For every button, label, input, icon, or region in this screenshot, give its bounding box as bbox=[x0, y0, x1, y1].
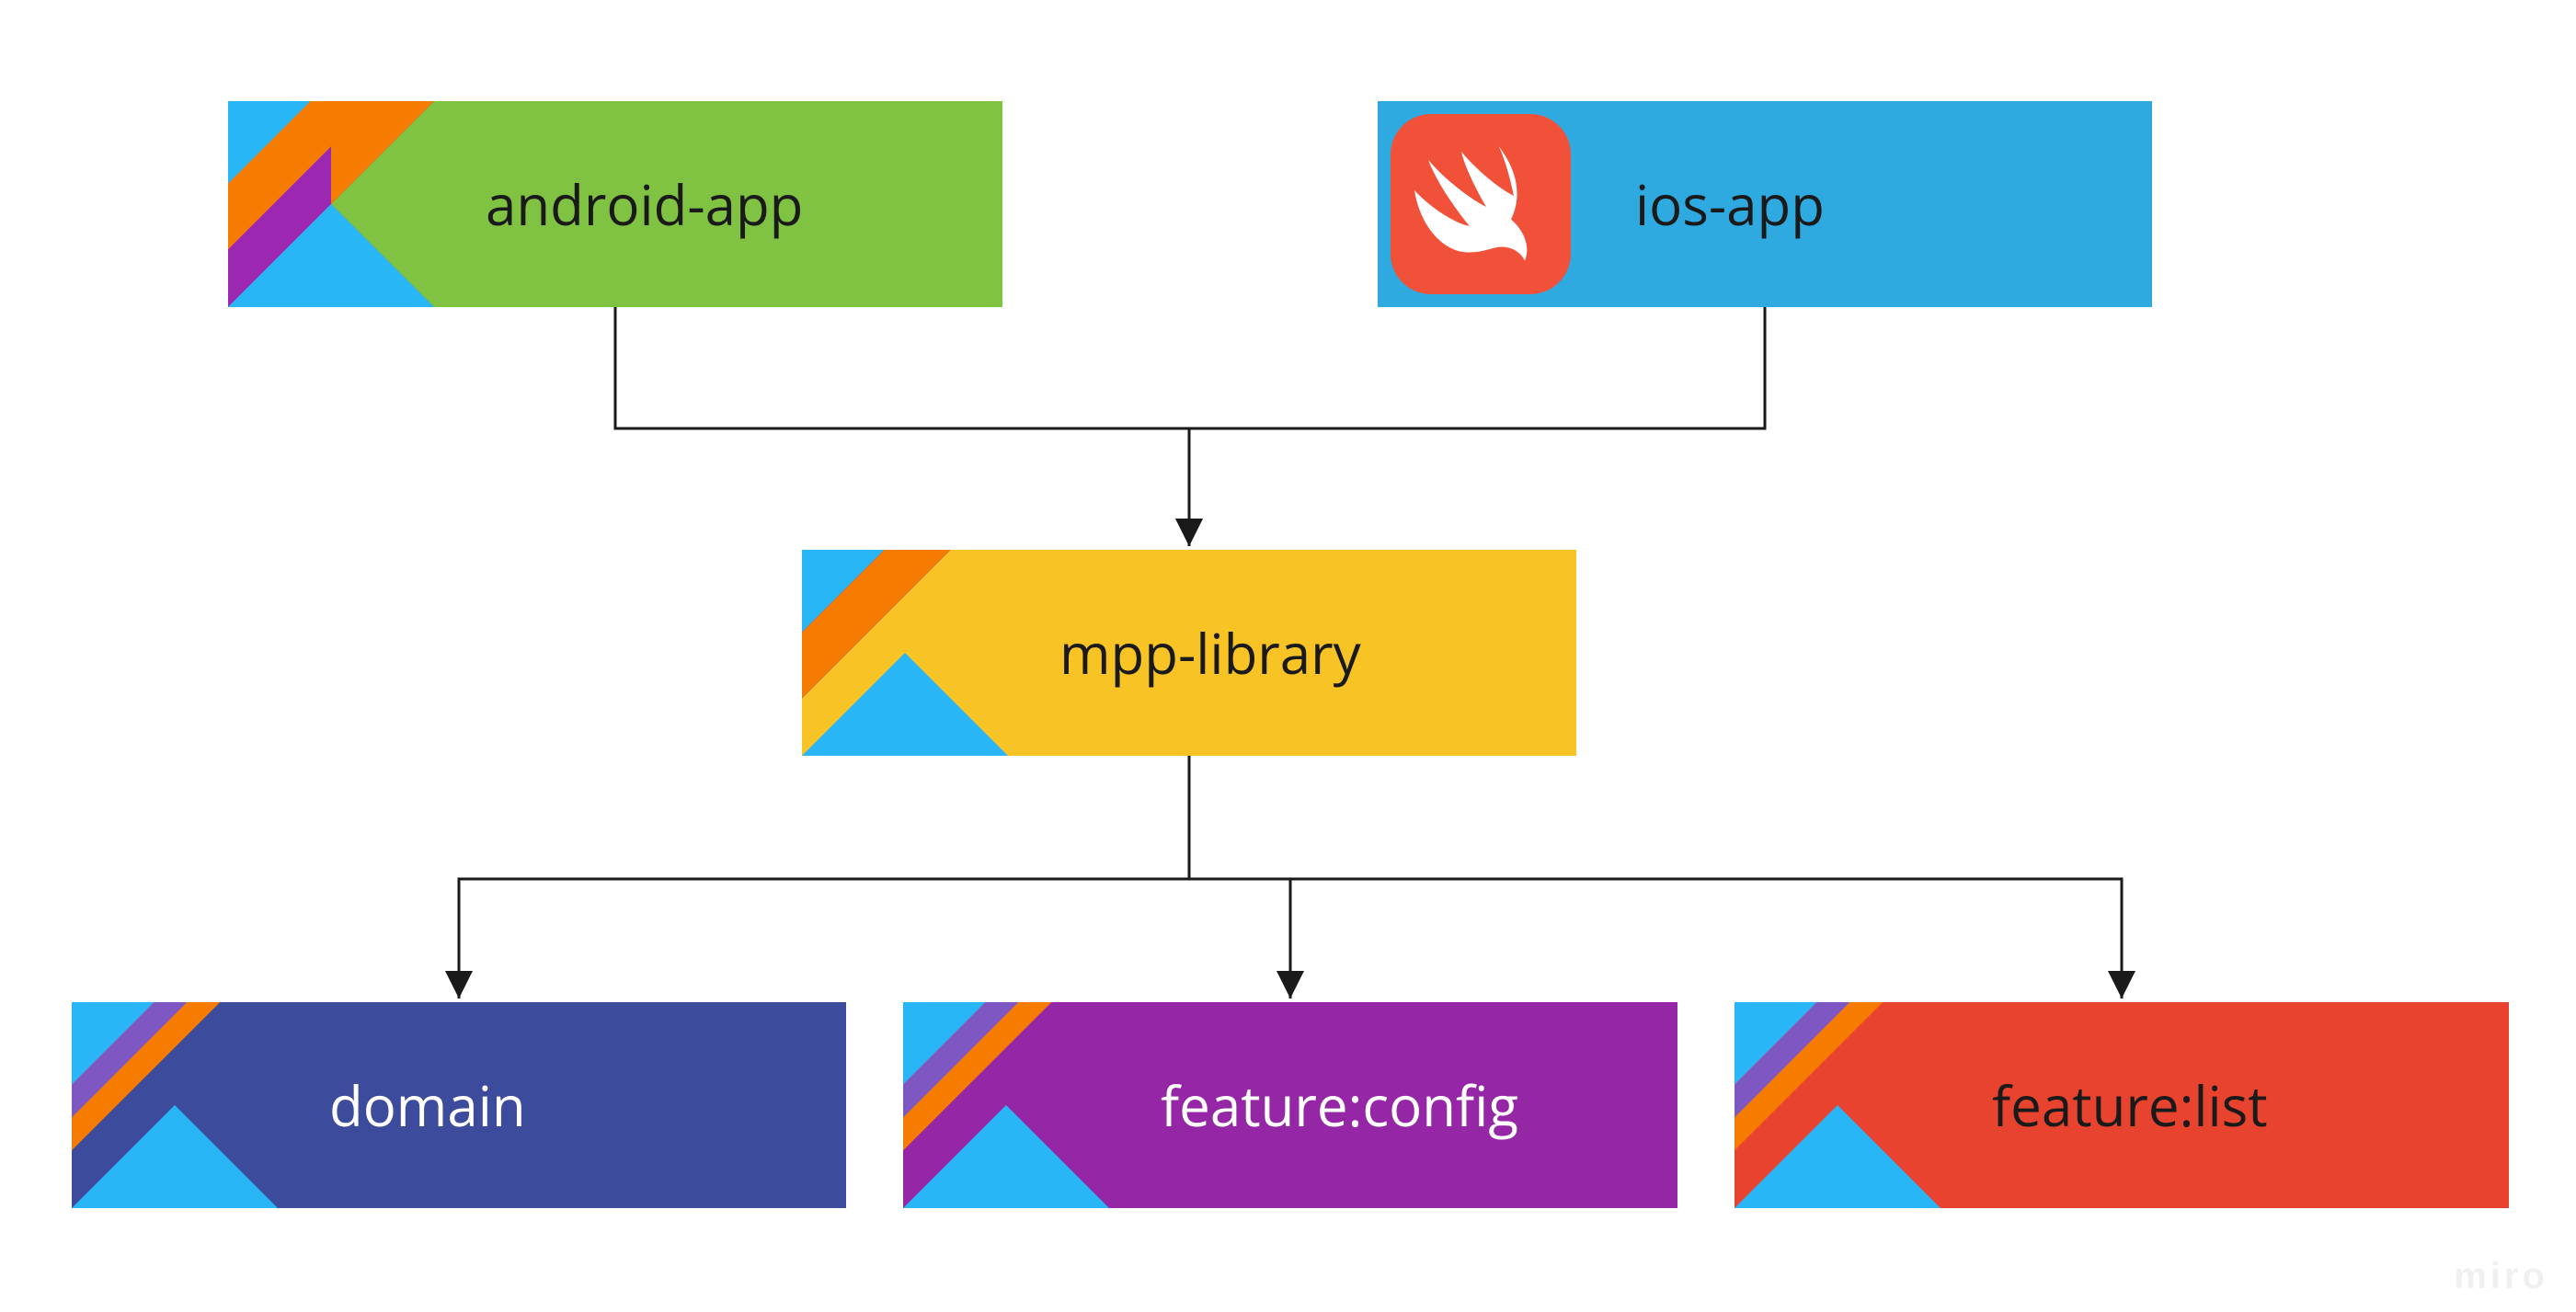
node-feature-config: feature:config bbox=[903, 1002, 1677, 1208]
node-mpp-library: mpp-library bbox=[802, 550, 1576, 756]
swift-icon bbox=[1391, 114, 1571, 294]
kotlin-icon bbox=[903, 1002, 1109, 1208]
kotlin-icon bbox=[228, 101, 434, 307]
kotlin-icon bbox=[1735, 1002, 1941, 1208]
node-label: feature:list bbox=[1992, 1067, 2268, 1143]
node-label: android-app bbox=[486, 166, 803, 242]
node-android-app: android-app bbox=[228, 101, 1002, 307]
node-feature-list: feature:list bbox=[1735, 1002, 2509, 1208]
node-domain: domain bbox=[72, 1002, 846, 1208]
node-label: domain bbox=[329, 1067, 526, 1143]
kotlin-icon bbox=[72, 1002, 278, 1208]
node-label: mpp-library bbox=[1059, 615, 1361, 690]
kotlin-icon bbox=[802, 550, 1008, 756]
node-ios-app: ios-app bbox=[1378, 101, 2152, 307]
watermark: miro bbox=[2454, 1256, 2548, 1297]
node-label: ios-app bbox=[1635, 166, 1825, 242]
node-label: feature:config bbox=[1161, 1067, 1518, 1143]
